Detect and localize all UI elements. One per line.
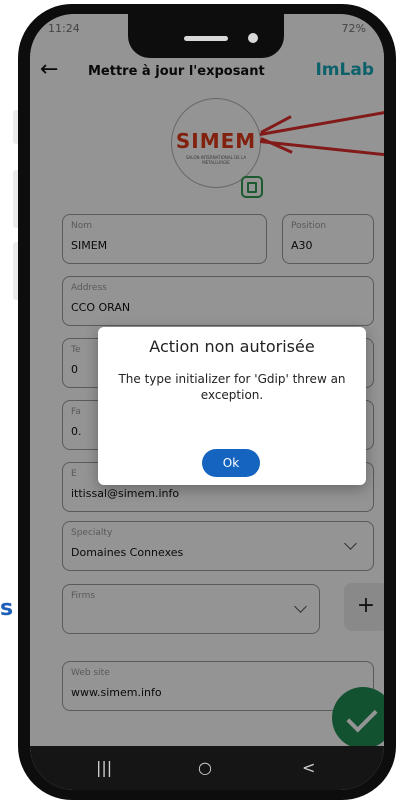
phone-screen: 11:24 72% ← Mettre à jour l'exposant ImL… [30, 14, 384, 790]
status-battery: 72% [341, 22, 366, 35]
recent-apps-button[interactable]: ||| [96, 758, 112, 777]
status-time: 11:24 [48, 22, 80, 35]
dialog-title: Action non autorisée [149, 337, 315, 356]
camera-icon [248, 33, 258, 43]
phone-frame: 11:24 72% ← Mettre à jour l'exposant ImL… [18, 4, 396, 800]
ok-button[interactable]: Ok [202, 449, 260, 477]
cropped-outside-text: s [0, 596, 14, 621]
speaker [184, 36, 228, 41]
back-button[interactable]: < [302, 758, 315, 777]
home-button[interactable]: ○ [198, 758, 212, 777]
system-navigation-bar: ||| ○ < [30, 746, 384, 790]
error-dialog: Action non autorisée The type initialize… [98, 327, 366, 485]
dialog-message: The type initializer for 'Gdip' threw an… [118, 372, 346, 402]
phone-notch [128, 14, 284, 58]
